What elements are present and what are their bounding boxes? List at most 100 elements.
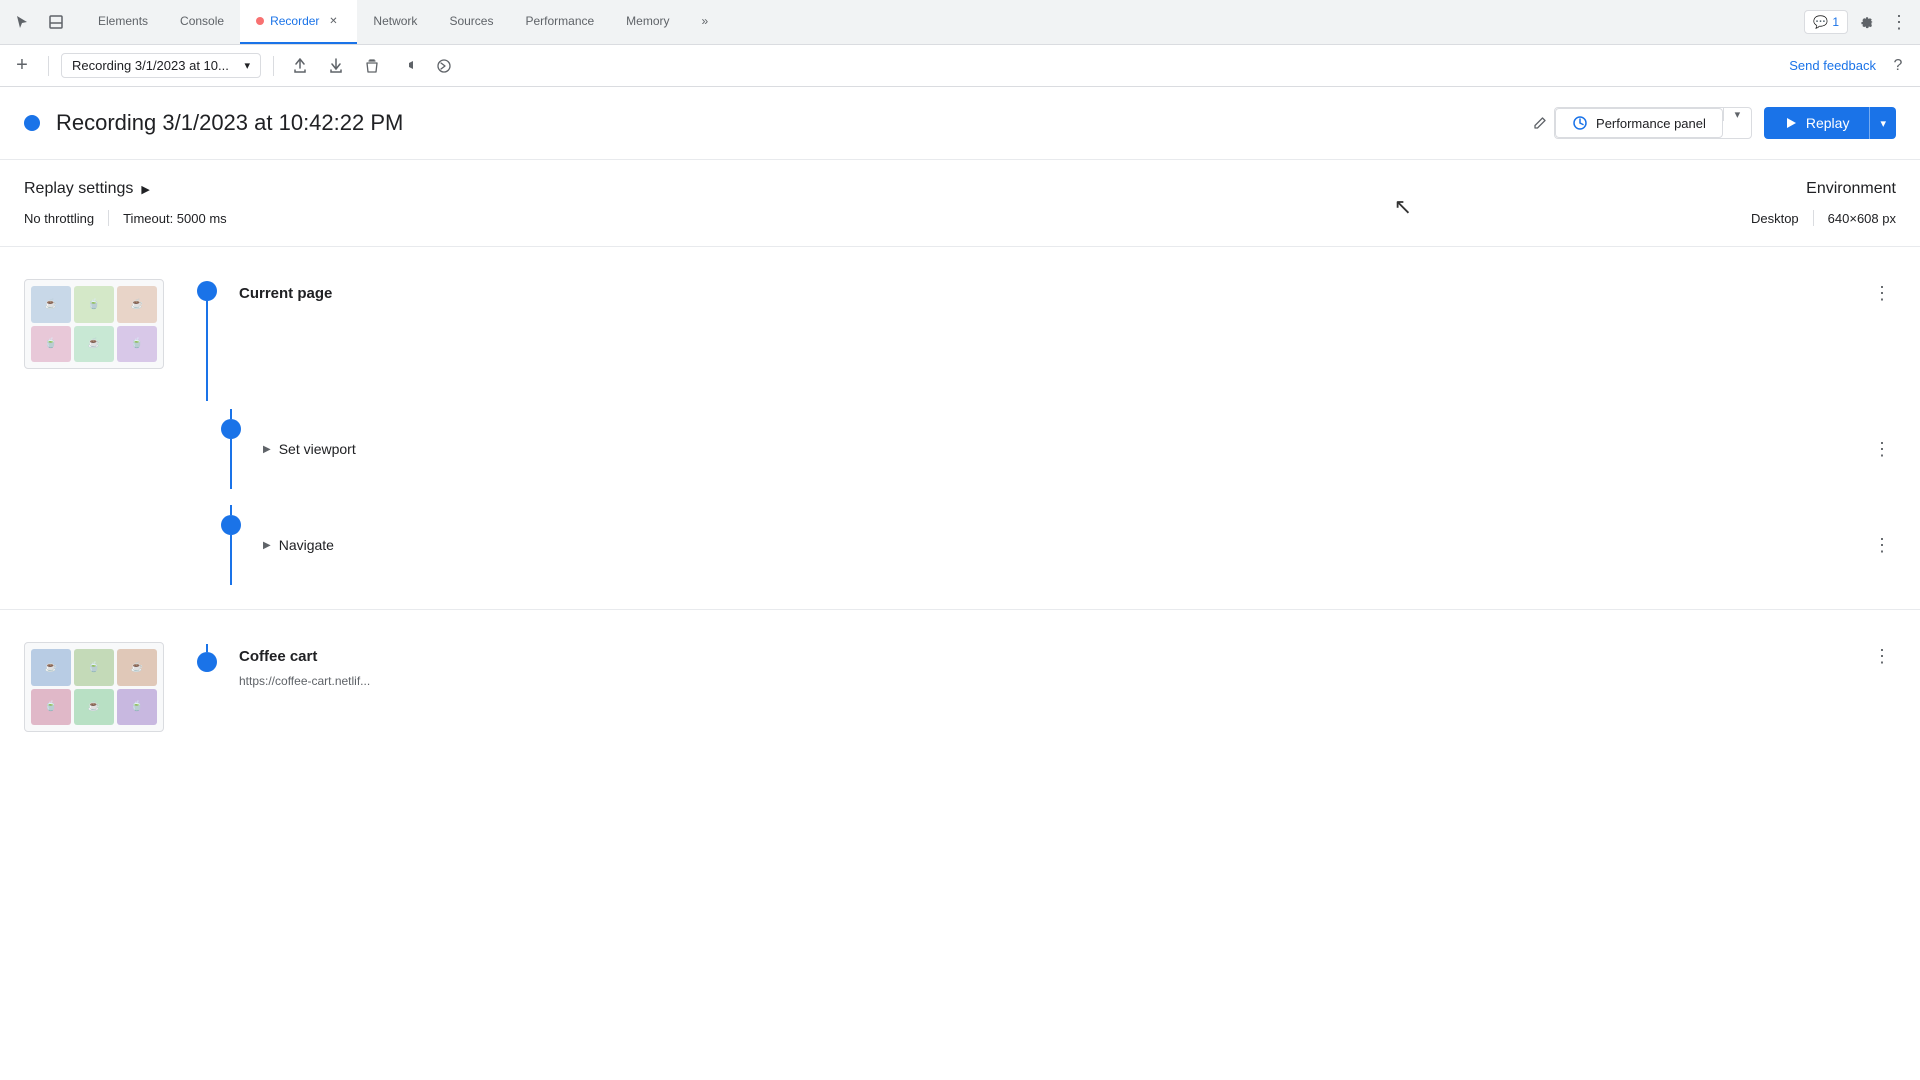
- tab-bar-icons: [8, 8, 82, 36]
- settings-row: No throttling Timeout: 5000 ms: [24, 210, 1596, 226]
- chat-badge[interactable]: 💬 1: [1804, 10, 1848, 34]
- toolbar-right: Send feedback ?: [1789, 52, 1912, 80]
- tab-performance[interactable]: Performance: [509, 0, 610, 44]
- timeout-value: Timeout: 5000 ms: [123, 211, 227, 226]
- group2-content: Coffee cart ⋮ https://coffee-cart.netlif…: [219, 642, 1896, 688]
- group2-timeline-dot: [197, 652, 217, 672]
- viewport-line-above: [230, 409, 232, 419]
- export-btn[interactable]: [286, 52, 314, 80]
- import-btn[interactable]: [322, 52, 350, 80]
- recording-selector[interactable]: Recording 3/1/2023 at 10... ▾: [61, 53, 261, 78]
- viewport-content: ▶ Set viewport ⋮: [243, 435, 1896, 463]
- tab-network-label: Network: [373, 14, 417, 28]
- group1-timeline-dot: [197, 281, 217, 301]
- throttling-value: No throttling: [24, 211, 94, 226]
- steps-container: ☕ 🍵 ☕ 🍵 ☕ 🍵: [0, 247, 1920, 748]
- substep-set-viewport: ▶ Set viewport ⋮: [195, 401, 1920, 497]
- step-group-current-page: ☕ 🍵 ☕ 🍵 ☕ 🍵: [0, 247, 1920, 609]
- tab-recorder[interactable]: Recorder ✕: [240, 0, 357, 44]
- env-title: Environment: [1596, 180, 1896, 198]
- toggle-panel-btn[interactable]: [42, 8, 70, 36]
- settings-title-row[interactable]: Replay settings ▶: [24, 180, 1596, 198]
- help-btn[interactable]: ?: [1884, 52, 1912, 80]
- group2-timeline-content: Coffee cart ⋮ https://coffee-cart.netlif…: [179, 642, 1896, 688]
- recording-title: Recording 3/1/2023 at 10:42:22 PM: [56, 110, 1518, 136]
- tab-sources[interactable]: Sources: [433, 0, 509, 44]
- navigate-dot: [221, 515, 241, 535]
- navigate-more-btn[interactable]: ⋮: [1868, 531, 1896, 559]
- viewport-label: Set viewport: [279, 441, 1868, 457]
- group1-header-row: ☕ 🍵 ☕ 🍵 ☕ 🍵: [0, 263, 1920, 401]
- perf-chevron-icon: ▾: [1735, 108, 1741, 121]
- group2-thumbnail-area: ☕ 🍵 ☕ 🍵 ☕ 🍵: [24, 642, 179, 732]
- perf-panel-label: Performance panel: [1596, 116, 1706, 131]
- settings-divider: [108, 210, 109, 226]
- group2-header-row: ☕ 🍵 ☕ 🍵 ☕ 🍵: [0, 626, 1920, 732]
- viewport-more-btn[interactable]: ⋮: [1868, 435, 1896, 463]
- navigate-label: Navigate: [279, 537, 1868, 553]
- tab-bar: Elements Console Recorder ✕ Network Sour…: [0, 0, 1920, 45]
- settings-right: Environment Desktop 640×608 px: [1596, 180, 1896, 226]
- substep-navigate: ▶ Navigate ⋮: [195, 497, 1920, 593]
- tab-recorder-close[interactable]: ✕: [325, 13, 341, 29]
- replay-wrapper: Replay ▾: [1764, 107, 1896, 139]
- edit-title-btn[interactable]: [1526, 109, 1554, 137]
- delete-btn[interactable]: [358, 52, 386, 80]
- group2-more-btn[interactable]: ⋮: [1868, 642, 1896, 670]
- viewport-expand-arrow: ▶: [263, 444, 271, 455]
- replay-step-btn[interactable]: [394, 52, 422, 80]
- group1-thumbnail: ☕ 🍵 ☕ 🍵 ☕ 🍵: [24, 279, 164, 369]
- group1-thumbnail-area: ☕ 🍵 ☕ 🍵 ☕ 🍵: [24, 279, 179, 369]
- replay-chevron-icon: ▾: [1880, 117, 1886, 130]
- navigate-line-below: [230, 535, 232, 585]
- tab-console-label: Console: [180, 14, 224, 28]
- add-recording-btn[interactable]: +: [8, 52, 36, 80]
- viewport-line-below: [230, 439, 232, 489]
- replay-btn[interactable]: Replay: [1764, 107, 1870, 139]
- toolbar: + Recording 3/1/2023 at 10... ▾ S: [0, 45, 1920, 87]
- cursor-icon-btn[interactable]: [8, 8, 36, 36]
- perf-panel-wrapper: Performance panel ▾: [1554, 107, 1752, 139]
- performance-panel-btn[interactable]: Performance panel: [1555, 108, 1723, 138]
- tab-more[interactable]: »: [686, 0, 725, 44]
- more-vert-icon: ⋮: [1890, 12, 1906, 33]
- tab-sources-label: Sources: [449, 14, 493, 28]
- tab-recorder-label: Recorder: [270, 14, 319, 28]
- settings-btn[interactable]: [1852, 8, 1880, 36]
- chat-count: 1: [1832, 15, 1839, 29]
- navigate-expand-arrow: ▶: [263, 540, 271, 551]
- viewport-timeline: [219, 409, 243, 489]
- group1-timeline-line: [206, 301, 208, 401]
- group2-title: Coffee cart: [239, 648, 317, 665]
- chat-icon: 💬: [1813, 15, 1828, 29]
- tab-console[interactable]: Console: [164, 0, 240, 44]
- recorder-recording-dot: [256, 17, 264, 25]
- more-tabs-icon: »: [702, 14, 709, 28]
- step-group-coffee-cart: ☕ 🍵 ☕ 🍵 ☕ 🍵: [0, 610, 1920, 748]
- slow-replay-btn[interactable]: [430, 52, 458, 80]
- send-feedback-link[interactable]: Send feedback: [1789, 58, 1876, 73]
- env-size-value: 640×608 px: [1828, 211, 1896, 226]
- toolbar-sep-1: [48, 56, 49, 76]
- env-row: Desktop 640×608 px: [1596, 210, 1896, 226]
- recording-header: Recording 3/1/2023 at 10:42:22 PM Perfor…: [0, 87, 1920, 160]
- group1-content: Current page ⋮: [219, 279, 1896, 311]
- group1-more-btn[interactable]: ⋮: [1868, 279, 1896, 307]
- tabs-list: Elements Console Recorder ✕ Network Sour…: [82, 0, 1804, 44]
- perf-panel-dropdown-btn[interactable]: ▾: [1723, 108, 1751, 121]
- settings-title-text: Replay settings: [24, 180, 133, 198]
- group2-timeline: [195, 644, 219, 672]
- tab-memory[interactable]: Memory: [610, 0, 685, 44]
- recording-name-label: Recording 3/1/2023 at 10...: [72, 58, 229, 73]
- group2-url: https://coffee-cart.netlif...: [239, 674, 1896, 688]
- tab-performance-label: Performance: [525, 14, 594, 28]
- replay-label: Replay: [1806, 115, 1850, 131]
- tab-elements[interactable]: Elements: [82, 0, 164, 44]
- navigate-content: ▶ Navigate ⋮: [243, 531, 1896, 559]
- more-options-btn[interactable]: ⋮: [1884, 8, 1912, 36]
- replay-dropdown-btn[interactable]: ▾: [1869, 107, 1896, 139]
- group1-timeline-content: Current page ⋮: [179, 279, 1896, 401]
- tab-bar-right: 💬 1 ⋮: [1804, 8, 1912, 36]
- settings-section: Replay settings ▶ No throttling Timeout:…: [0, 160, 1920, 247]
- tab-network[interactable]: Network: [357, 0, 433, 44]
